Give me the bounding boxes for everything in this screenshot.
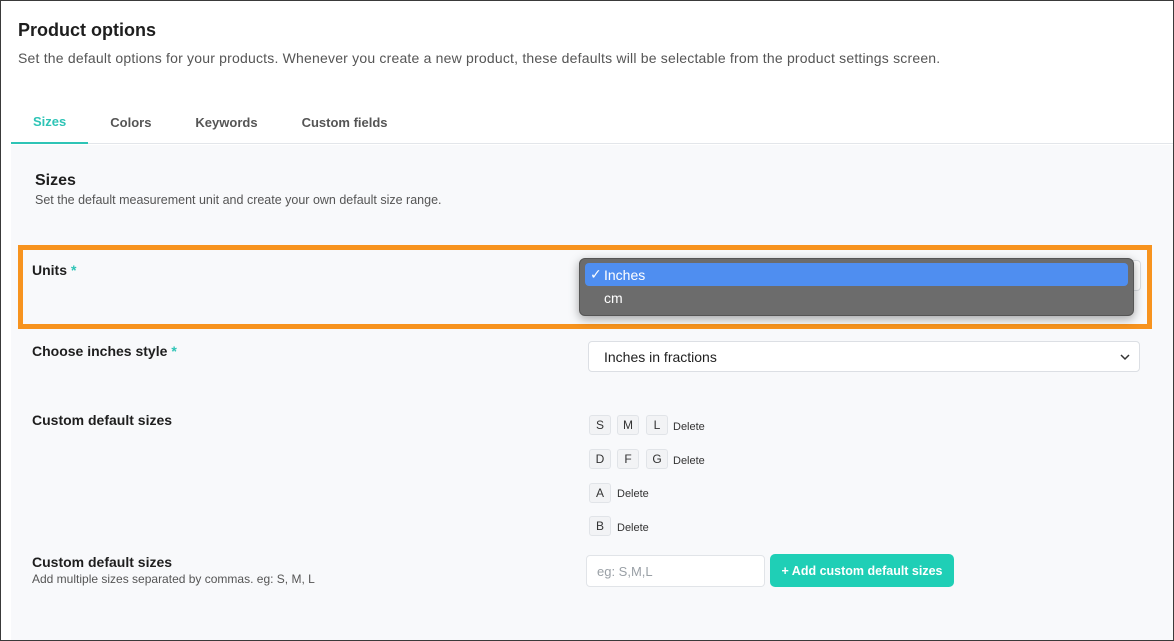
units-label: Units * — [32, 262, 77, 278]
tab-bar: Sizes Colors Keywords Custom fields — [11, 101, 1173, 144]
add-sizes-hint: Add multiple sizes separated by commas. … — [32, 572, 315, 586]
inches-style-label: Choose inches style * — [32, 343, 177, 359]
units-option-inches[interactable]: ✓ Inches — [585, 263, 1128, 286]
delete-size-group-button[interactable]: Delete — [673, 421, 705, 433]
size-chip: D — [589, 449, 611, 469]
check-icon: ✓ — [590, 266, 602, 282]
units-dropdown: ✓ Inches cm — [579, 258, 1134, 316]
units-option-cm[interactable]: cm — [585, 286, 1128, 309]
size-chip: F — [617, 449, 639, 469]
custom-sizes-input[interactable] — [586, 555, 765, 587]
tab-colors[interactable]: Colors — [88, 101, 173, 144]
size-chip: G — [646, 449, 668, 469]
chevron-down-icon — [1120, 354, 1130, 361]
size-chip: L — [646, 415, 668, 435]
add-sizes-label: Custom default sizes — [32, 554, 173, 570]
page-description: Set the default options for your product… — [18, 50, 941, 66]
tab-keywords[interactable]: Keywords — [173, 101, 279, 144]
add-custom-sizes-button[interactable]: + Add custom default sizes — [770, 554, 954, 587]
section-description: Set the default measurement unit and cre… — [35, 193, 442, 207]
page-title: Product options — [18, 20, 156, 40]
section-title: Sizes — [35, 172, 76, 189]
delete-size-group-button[interactable]: Delete — [617, 488, 649, 500]
required-mark: * — [171, 343, 177, 359]
delete-size-group-button[interactable]: Delete — [617, 522, 649, 534]
tab-custom-fields[interactable]: Custom fields — [280, 101, 410, 144]
size-chip: A — [589, 483, 611, 503]
custom-sizes-label: Custom default sizes — [32, 412, 173, 428]
size-chip: M — [617, 415, 639, 435]
size-chip: B — [589, 516, 611, 536]
delete-size-group-button[interactable]: Delete — [673, 455, 705, 467]
size-chip: S — [589, 415, 611, 435]
inches-style-select[interactable]: Inches in fractions — [588, 341, 1140, 372]
sizes-panel: Sizes Set the default measurement unit a… — [11, 145, 1173, 640]
tab-sizes[interactable]: Sizes — [11, 101, 89, 144]
required-mark: * — [71, 262, 77, 278]
inches-style-value: Inches in fractions — [604, 348, 717, 365]
product-options-page: Product options Set the default options … — [0, 0, 1174, 641]
